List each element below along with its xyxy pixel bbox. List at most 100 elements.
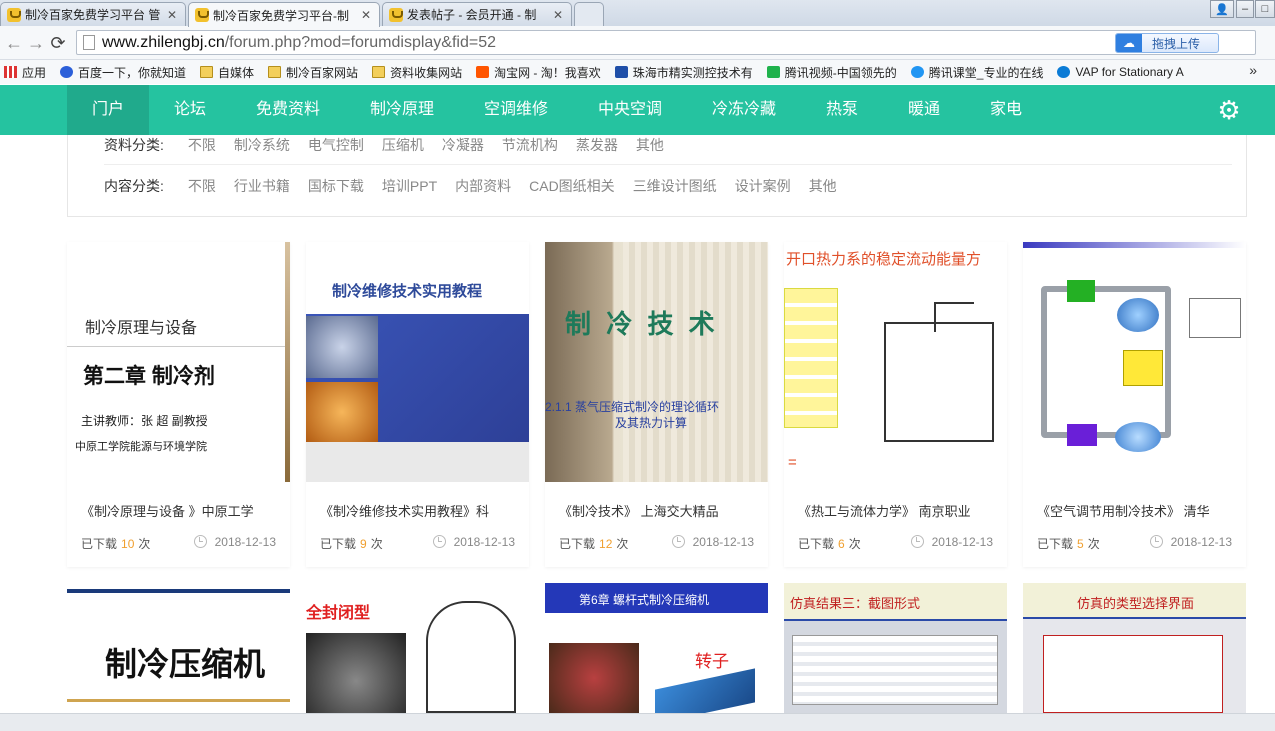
nav-item-hvac[interactable]: 暖通 — [894, 85, 954, 135]
filter-option[interactable]: 制冷系统 — [234, 135, 290, 155]
bookmark-item[interactable]: 珠海市精实测控技术有 — [614, 64, 753, 81]
close-icon[interactable]: ✕ — [551, 8, 565, 22]
bookmark-item[interactable]: 应用 — [4, 64, 46, 81]
card-thumbnail[interactable]: 制冷维修技术实用教程 — [306, 242, 529, 482]
filter-option[interactable]: 其他 — [809, 176, 837, 196]
resource-card[interactable]: 制 冷 技 术 2.1.1 蒸气压缩式制冷的理论循环 及其热力计算 《制冷技术》… — [545, 242, 768, 567]
horizontal-scrollbar[interactable] — [0, 713, 1275, 731]
thumb-photo — [306, 382, 378, 442]
tab-title: 发表帖子 - 会员开通 - 制 — [407, 8, 537, 22]
card-thumbnail[interactable]: 制冷原理与设备 第二章 制冷剂 主讲教师：张 超 副教授 中原工学院能源与环境学… — [67, 242, 290, 482]
forward-icon[interactable]: → — [24, 32, 48, 54]
card-title[interactable]: 《制冷原理与设备 》中原工学 — [81, 501, 280, 520]
nav-item-forum[interactable]: 论坛 — [160, 85, 220, 135]
nav-item-free-resources[interactable]: 免费资料 — [242, 85, 334, 135]
filter-option[interactable]: 电气控制 — [308, 135, 364, 155]
filter-option[interactable]: 设计案例 — [735, 176, 791, 196]
resource-card[interactable]: 制冷维修技术实用教程 《制冷维修技术实用教程》科 已下载 9 次 2018-12-1… — [306, 242, 529, 567]
upload-button[interactable]: ☁ 拖拽上传 — [1115, 33, 1219, 53]
card-title[interactable]: 《空气调节用制冷技术》 清华 — [1037, 501, 1236, 520]
nav-item-central-ac[interactable]: 中央空调 — [584, 85, 676, 135]
filter-option[interactable]: 行业书籍 — [234, 176, 290, 196]
browser-tab[interactable]: 制冷百家免费学习平台 管 ✕ — [0, 2, 186, 26]
bookmark-item[interactable]: 腾讯视频-中国领先的 — [766, 64, 897, 81]
site-favicon-icon — [389, 7, 403, 22]
resource-card-thumbnail[interactable]: 制冷压缩机 — [67, 583, 290, 713]
filter-option[interactable]: 内部资料 — [455, 176, 511, 196]
thumb-text: 及其热力计算 — [615, 416, 688, 430]
nav-item-refrigeration-principle[interactable]: 制冷原理 — [356, 85, 448, 135]
site-favicon-icon — [7, 7, 21, 22]
gear-icon[interactable]: ⚙ — [1213, 95, 1245, 125]
user-icon[interactable]: 👤 — [1210, 0, 1234, 18]
thumb-table — [784, 288, 838, 428]
folder-icon — [268, 66, 282, 78]
filter-option[interactable]: 不限 — [188, 176, 216, 196]
card-date: 2018-12-13 — [214, 535, 276, 549]
site-favicon-icon — [195, 8, 209, 22]
browser-tab-active[interactable]: 制冷百家免费学习平台-制 ✕ — [188, 2, 380, 27]
card-title[interactable]: 《制冷技术》 上海交大精品 — [559, 501, 758, 520]
bookmark-folder[interactable]: 自媒体 — [200, 64, 254, 81]
thumb-text: 转子 — [695, 652, 729, 671]
bookmarks-bar: 应用 百度一下，你就知道 自媒体 制冷百家网站 资料收集网站 淘宝网 - 淘！我… — [0, 60, 1275, 84]
url-host: www.zhilengbj.cn — [102, 33, 225, 51]
filter-option[interactable]: 三维设计图纸 — [633, 176, 717, 196]
card-date: 2018-12-13 — [692, 535, 754, 549]
close-icon[interactable]: ✕ — [359, 8, 373, 22]
card-thumbnail[interactable]: 开口热力系的稳定流动能量方 = — [784, 242, 1007, 482]
bookmark-item[interactable]: VAP for Stationary A — [1057, 65, 1184, 79]
nav-item-appliances[interactable]: 家电 — [976, 85, 1036, 135]
filter-option[interactable]: 节流机构 — [502, 135, 558, 155]
card-date: 2018-12-13 — [931, 535, 993, 549]
count-unit: 次 — [1087, 537, 1100, 551]
card-thumbnail[interactable] — [1023, 242, 1246, 482]
filter-option[interactable]: 不限 — [188, 135, 216, 155]
bookmarks-more-button[interactable]: » — [1249, 62, 1257, 78]
thumb-block — [1067, 280, 1095, 302]
resource-card-thumbnail[interactable]: 第6章 螺杆式制冷压缩机 转子 — [545, 583, 768, 713]
resource-card[interactable]: 开口热力系的稳定流动能量方 = 《热工与流体力学》 南京职业 已下载 6 次 201… — [784, 242, 1007, 567]
filter-option[interactable]: 冷凝器 — [442, 135, 484, 155]
filter-option[interactable]: 压缩机 — [382, 135, 424, 155]
nav-item-heat-pump[interactable]: 热泵 — [812, 85, 872, 135]
bookmark-folder[interactable]: 制冷百家网站 — [268, 64, 358, 81]
filter-option[interactable]: 蒸发器 — [576, 135, 618, 155]
resource-card-thumbnail[interactable]: 仿真结果三：截图形式 — [784, 583, 1007, 713]
resource-card[interactable]: 制冷原理与设备 第二章 制冷剂 主讲教师：张 超 副教授 中原工学院能源与环境学… — [67, 242, 290, 567]
card-title[interactable]: 《热工与流体力学》 南京职业 — [798, 501, 997, 520]
card-thumbnail[interactable]: 制 冷 技 术 2.1.1 蒸气压缩式制冷的理论循环 及其热力计算 — [545, 242, 768, 482]
filter-panel: 资料分类: 不限 制冷系统 电气控制 压缩机 冷凝器 节流机构 蒸发器 其他 内… — [67, 135, 1247, 217]
nav-item-ac-repair[interactable]: 空调维修 — [470, 85, 562, 135]
bookmark-item[interactable]: 腾讯课堂_专业的在线 — [910, 64, 1043, 81]
resource-card-thumbnail[interactable]: 全封闭型 — [306, 583, 529, 713]
card-date: 2018-12-13 — [453, 535, 515, 549]
maximize-icon[interactable]: □ — [1255, 0, 1275, 18]
clock-icon — [432, 535, 446, 548]
card-date: 2018-12-13 — [1170, 535, 1232, 549]
nav-item-home[interactable]: 门户 — [67, 85, 149, 135]
minimize-icon[interactable]: – — [1236, 0, 1254, 18]
resource-card-thumbnail[interactable]: 仿真的类型选择界面 — [1023, 583, 1246, 713]
back-icon[interactable]: ← — [2, 32, 26, 54]
apps-icon — [4, 66, 17, 78]
address-bar[interactable]: www.zhilengbj.cn/forum.php?mod=forumdisp… — [76, 30, 1256, 55]
filter-option[interactable]: 其他 — [636, 135, 664, 155]
new-tab-button[interactable] — [574, 2, 604, 26]
filter-option[interactable]: 培训PPT — [382, 176, 437, 196]
reload-icon[interactable]: ⟳ — [46, 32, 70, 54]
filter-option[interactable]: 国标下载 — [308, 176, 364, 196]
bookmark-item[interactable]: 百度一下，你就知道 — [60, 64, 186, 81]
resource-card[interactable]: 《空气调节用制冷技术》 清华 已下载 5 次 2018-12-13 — [1023, 242, 1246, 567]
card-title[interactable]: 《制冷维修技术实用教程》科 — [320, 501, 519, 520]
browser-tab[interactable]: 发表帖子 - 会员开通 - 制 ✕ — [382, 2, 572, 26]
filter-option[interactable]: CAD图纸相关 — [529, 176, 615, 196]
tab-title: 制冷百家免费学习平台 管 — [25, 8, 161, 22]
close-icon[interactable]: ✕ — [165, 8, 179, 22]
bookmark-label: 百度一下，你就知道 — [78, 65, 187, 80]
bookmark-folder[interactable]: 资料收集网站 — [372, 64, 462, 81]
nav-item-cold-storage[interactable]: 冷冻冷藏 — [698, 85, 790, 135]
bookmark-item[interactable]: 淘宝网 - 淘！我喜欢 — [476, 64, 601, 81]
card-meta: 已下载 5 次 2018-12-13 — [1037, 535, 1232, 552]
star-icon — [614, 66, 628, 78]
